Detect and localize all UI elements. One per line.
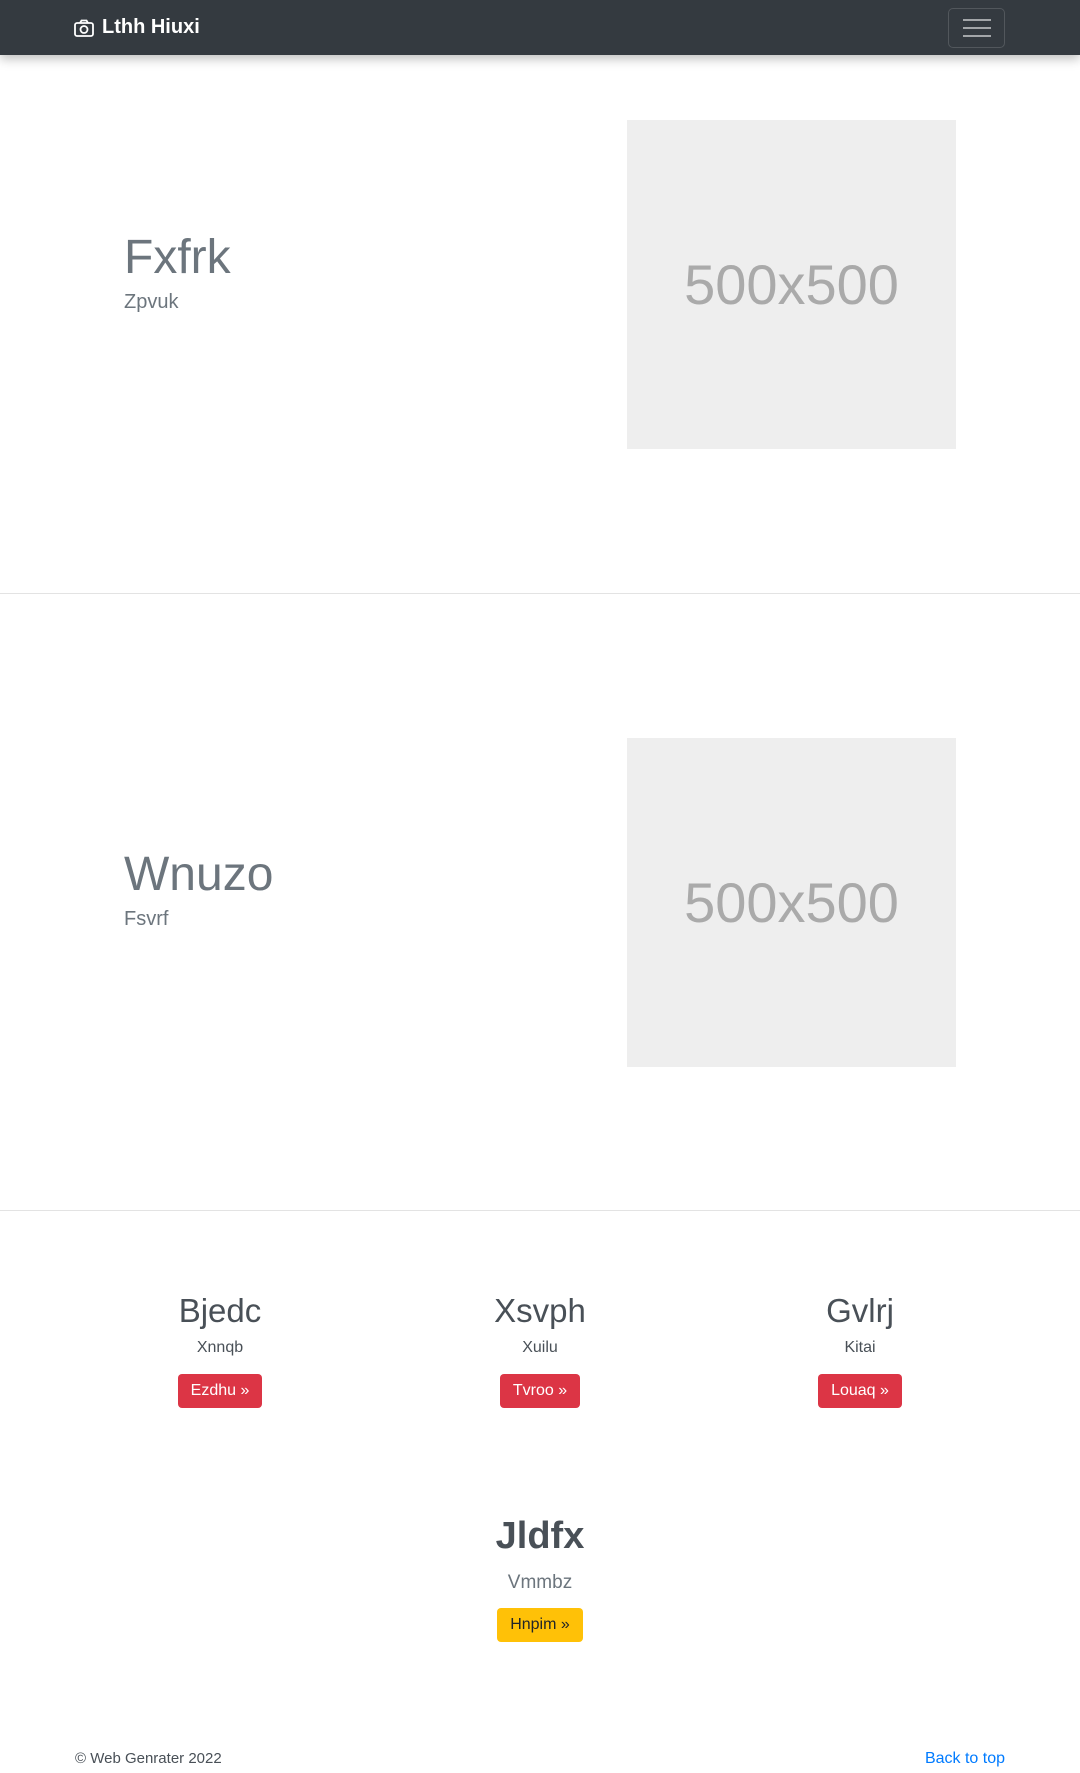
featurette-2-text: Wnuzo Fsvrf [124,848,274,931]
highlight-title: Jldfx [495,1515,585,1557]
column-2-text: Xuilu [522,1339,558,1356]
back-to-top-link[interactable]: Back to top [925,1750,1005,1768]
highlight-text: Vmmbz [507,1572,573,1593]
hamburger-menu-icon [962,19,991,37]
brand-link[interactable]: Lthh Hiuxi [74,0,200,55]
featurette-divider [0,1210,1080,1211]
featurette-1-image: 500x500 [627,120,956,449]
column-3-button[interactable]: Louaq » [818,1374,902,1408]
column-2: Xsvph Xuilu Tvroo » [390,1292,690,1408]
navbar-toggle-button[interactable] [948,8,1005,48]
featurette-1-heading: Fxfrk [124,231,231,284]
camera-icon [74,19,94,37]
copyright-text: © Web Genrater 2022 [75,1750,222,1767]
featurette-2-image: 500x500 [627,738,956,1067]
column-1-title: Bjedc [178,1292,262,1329]
column-3: Gvlrj Kitai Louaq » [710,1292,1010,1408]
featurette-1: Fxfrk Zpvuk 500x500 [0,55,1080,593]
column-1: Bjedc Xnnqb Ezdhu » [70,1292,370,1408]
column-3-text: Kitai [844,1339,876,1356]
column-2-title: Xsvph [494,1292,586,1329]
column-1-button[interactable]: Ezdhu » [177,1374,263,1408]
featurette-2-subheading: Fsvrf [124,907,169,930]
column-2-button[interactable]: Tvroo » [499,1374,581,1408]
brand-name: Lthh Hiuxi [102,16,200,38]
highlight-button[interactable]: Hnpim » [497,1608,583,1642]
highlight-column: Jldfx Vmmbz Hnpim » [390,1515,690,1642]
featurette-1-subheading: Zpvuk [124,290,179,313]
column-1-text: Xnnqb [196,1339,244,1356]
featurette-2: Wnuzo Fsvrf 500x500 [0,594,1080,1210]
featurette-2-heading: Wnuzo [124,848,274,901]
top-navbar: Lthh Hiuxi [0,0,1080,55]
image-placeholder-label: 500x500 [684,253,899,316]
image-placeholder-label: 500x500 [684,871,899,934]
column-3-title: Gvlrj [826,1292,894,1329]
featurette-1-text: Fxfrk Zpvuk [124,231,231,314]
